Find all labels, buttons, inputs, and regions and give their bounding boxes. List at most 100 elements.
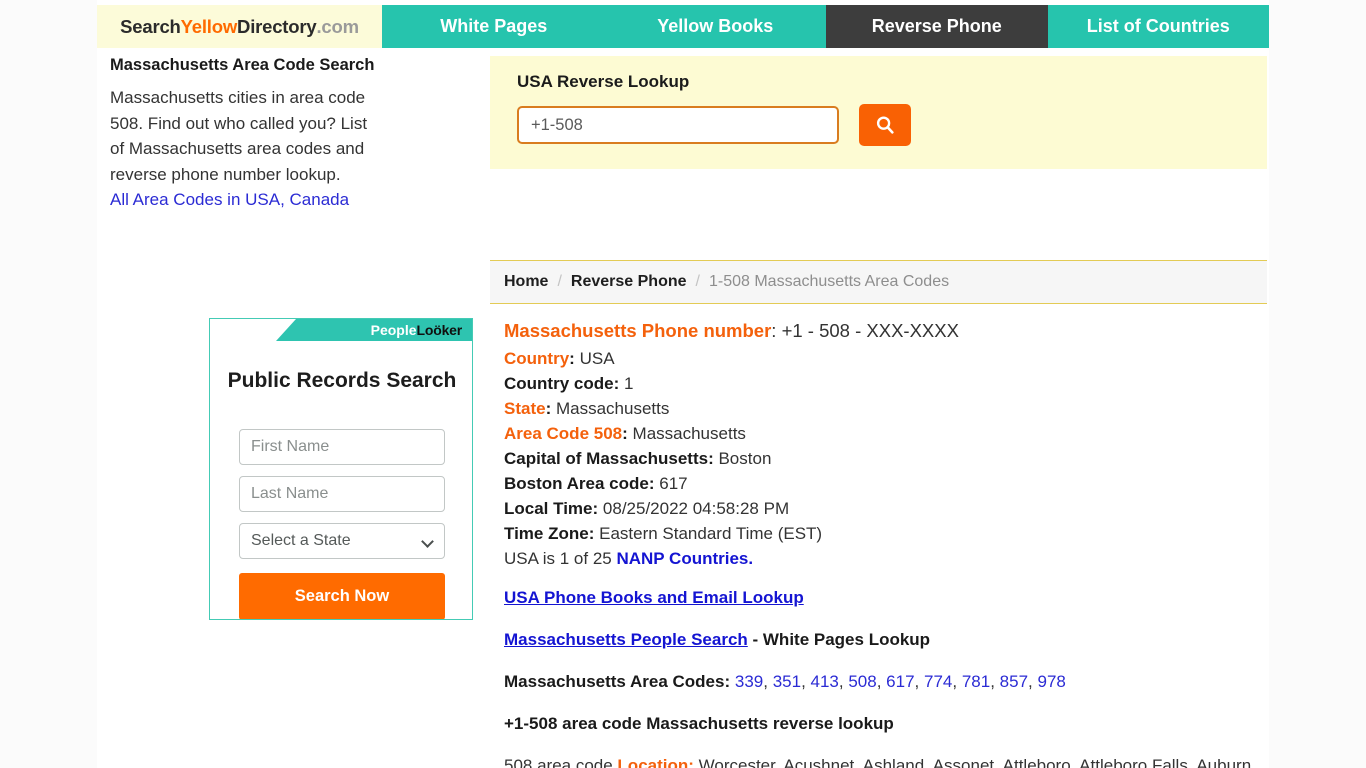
breadcrumb-current: 1-508 Massachusetts Area Codes <box>708 273 950 290</box>
detail-label-country: Country <box>504 349 570 368</box>
sidebar-description: Massachusetts cities in area code 508. F… <box>110 88 368 184</box>
reverse-lookup-panel: USA Reverse Lookup <box>490 56 1267 169</box>
area-code-separator: , <box>876 672 887 691</box>
sidebar: Massachusetts Area Code Search Massachus… <box>110 56 382 213</box>
detail-value-country-code: 1 <box>623 374 634 393</box>
search-now-button[interactable]: Search Now <box>239 573 445 619</box>
detail-label-boston-area-code: Boston Area code <box>504 474 649 493</box>
detail-label-local-time: Local Time <box>504 499 593 518</box>
main-column: USA Reverse Lookup Home / Reverse Phone … <box>490 56 1269 768</box>
nav-item-yellow-books[interactable]: Yellow Books <box>605 5 827 48</box>
page-root: Search Yellow Directory .com White Pages Ye… <box>0 0 1366 768</box>
breadcrumb: Home / Reverse Phone / 1-508 Massachuset… <box>490 261 1267 304</box>
breadcrumb-separator-1: / <box>557 273 562 290</box>
detail-row-capital: Capital of Massachusetts: Boston <box>504 449 772 468</box>
nanp-countries-link[interactable]: NANP Countries. <box>616 549 753 568</box>
first-name-input[interactable] <box>239 429 445 465</box>
people-search-link[interactable]: Massachusetts People Search <box>504 630 748 649</box>
area-code-separator: , <box>763 672 773 691</box>
phone-lookup-input[interactable] <box>517 106 839 144</box>
nanp-prefix: USA is 1 of 25 <box>504 549 617 568</box>
sidebar-title: Massachusetts Area Code Search <box>110 56 375 74</box>
detail-value-time-zone: Eastern Standard Time (EST) <box>599 524 823 543</box>
area-code-link[interactable]: 978 <box>1037 672 1065 691</box>
reverse-lookup-line: +1-508 area code Massachusetts reverse l… <box>504 714 894 733</box>
area-code-separator: , <box>801 672 811 691</box>
detail-value-capital: Boston <box>718 449 772 468</box>
lookup-title: USA Reverse Lookup <box>517 72 690 91</box>
peoplelooker-heading: Public Records Search <box>227 369 457 392</box>
detail-row-country: Country: USA <box>504 349 615 368</box>
advertisement-slot <box>490 169 1267 261</box>
detail-row-local-time: Local Time: 08/25/2022 04:58:28 PM <box>504 499 790 518</box>
detail-row-area-code: Area Code 508: Massachusetts <box>504 424 746 443</box>
peoplelooker-logo: People Loöker <box>276 319 472 341</box>
detail-row-country-code: Country code: 1 <box>504 374 634 393</box>
area-code-separator: , <box>914 672 924 691</box>
main-navigation: Search Yellow Directory .com White Pages Ye… <box>97 5 1269 48</box>
area-code-link[interactable]: 508 <box>848 672 876 691</box>
detail-row-time-zone: Time Zone: Eastern Standard Time (EST) <box>504 524 823 543</box>
detail-value-area-code: Massachusetts <box>632 424 746 443</box>
people-search-tail: - White Pages Lookup <box>747 630 931 649</box>
detail-label-state: State <box>504 399 546 418</box>
peoplelooker-logo-looker: Loöker <box>416 322 463 338</box>
nav-item-white-pages[interactable]: White Pages <box>383 5 605 48</box>
logo-text-com: .com <box>316 15 359 37</box>
logo-text-directory: Directory <box>237 15 317 37</box>
area-code-separator: , <box>990 672 1000 691</box>
area-code-link[interactable]: 781 <box>962 672 990 691</box>
nav-item-list-of-countries[interactable]: List of Countries <box>1048 5 1270 48</box>
breadcrumb-home[interactable]: Home <box>504 273 548 291</box>
peoplelooker-logo-people: People <box>370 322 417 338</box>
last-name-input[interactable] <box>239 476 445 512</box>
phone-books-line: USA Phone Books and Email Lookup <box>504 585 1267 610</box>
state-select-value: Select a State <box>251 532 351 549</box>
area-code-link[interactable]: 351 <box>773 672 801 691</box>
all-area-codes-link[interactable]: All Area Codes in USA, Canada <box>110 187 349 213</box>
area-code-separator: , <box>952 672 962 691</box>
state-select[interactable]: Select a State <box>239 523 445 559</box>
detail-value-country: USA <box>579 349 615 368</box>
detail-label-area-code: Area Code 508 <box>504 424 623 443</box>
nav-item-reverse-phone[interactable]: Reverse Phone <box>826 5 1048 48</box>
area-code-link[interactable]: 857 <box>1000 672 1028 691</box>
location-label: Location: <box>617 756 694 768</box>
peoplelooker-form: Select a State Search Now <box>239 429 445 619</box>
detail-label-capital: Capital of Massachusetts <box>504 449 709 468</box>
lookup-form <box>517 104 1267 146</box>
phone-number-heading-value: : +1 - 508 - XXX-XXXX <box>771 320 959 341</box>
logo-text-yellow: Yellow <box>180 15 238 37</box>
detail-row-boston-area-code: Boston Area code: 617 <box>504 474 688 493</box>
area-code-link[interactable]: 774 <box>924 672 952 691</box>
lookup-search-button[interactable] <box>859 104 911 146</box>
breadcrumb-reverse-phone[interactable]: Reverse Phone <box>571 273 687 291</box>
search-icon <box>876 116 894 134</box>
phone-number-heading: Massachusetts Phone number: +1 - 508 - X… <box>504 318 1267 343</box>
area-code-separator: , <box>838 672 849 691</box>
breadcrumb-separator-2: / <box>695 273 700 290</box>
area-code-link[interactable]: 413 <box>811 672 839 691</box>
detail-row-state: State: Massachusetts <box>504 399 670 418</box>
detail-value-state: Massachusetts <box>555 399 670 418</box>
chevron-down-icon <box>421 535 434 548</box>
site-logo[interactable]: Search Yellow Directory .com <box>97 5 383 48</box>
usa-phone-books-link[interactable]: USA Phone Books and Email Lookup <box>504 588 804 607</box>
area-codes-line: Massachusetts Area Codes: 339, 351, 413,… <box>504 669 1267 694</box>
detail-label-country-code: Country code <box>504 374 614 393</box>
area-code-link[interactable]: 617 <box>886 672 914 691</box>
area-codes-label: Massachusetts Area Codes: <box>504 672 735 691</box>
location-prefix: 508 area code <box>504 756 618 768</box>
detail-value-boston-area-code: 617 <box>659 474 688 493</box>
detail-value-local-time: 08/25/2022 04:58:28 PM <box>602 499 790 518</box>
detail-content: Massachusetts Phone number: +1 - 508 - X… <box>490 304 1267 768</box>
phone-number-heading-label: Massachusetts Phone number <box>504 320 772 341</box>
content-container: Search Yellow Directory .com White Pages Ye… <box>97 0 1269 768</box>
area-codes-list: 339, 351, 413, 508, 617, 774, 781, 857, … <box>735 672 1066 691</box>
peoplelooker-widget: PeopleLoöker Public Records Search Selec… <box>209 318 473 620</box>
detail-label-time-zone: Time Zone <box>504 524 589 543</box>
location-block: 508 area code Location: Worcester, Acush… <box>504 753 1267 768</box>
logo-text-search: Search <box>120 15 181 37</box>
people-search-line: Massachusetts People Search - White Page… <box>504 627 1267 652</box>
area-code-link[interactable]: 339 <box>735 672 763 691</box>
